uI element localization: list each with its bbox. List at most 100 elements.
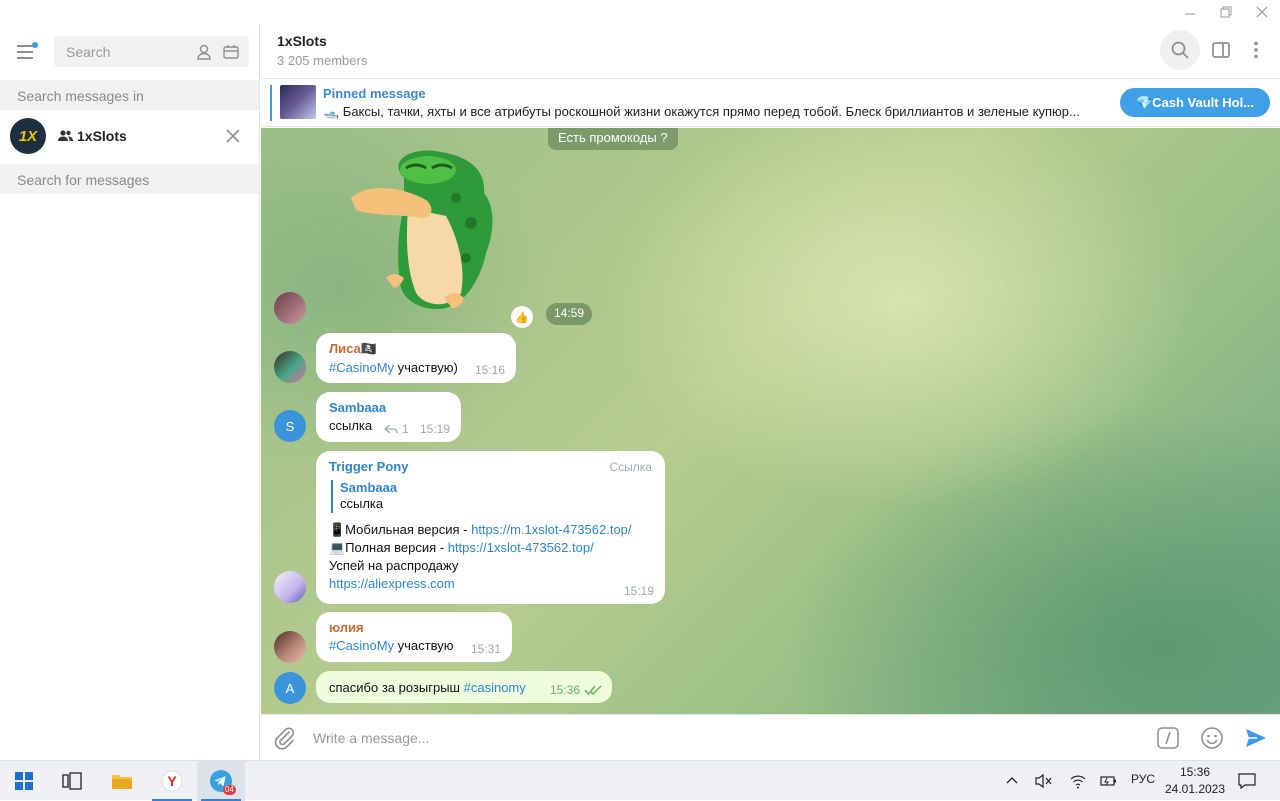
search-for-messages-field[interactable]: Search for messages (0, 164, 259, 194)
close-icon[interactable] (1244, 0, 1280, 24)
reply-icon (384, 424, 398, 434)
chat-item-1xslots[interactable]: 1X 1xSlots (0, 110, 259, 164)
message-time: 15:16 (474, 363, 505, 377)
sidebar-toggle-icon (1212, 42, 1230, 58)
mobile-link[interactable]: https://m.1xslot-473562.top/ (471, 522, 631, 537)
close-icon[interactable] (225, 128, 241, 144)
search-button[interactable] (1160, 30, 1200, 70)
pinned-text: 🛥️ Баксы, тачки, яхты и все атрибуты рос… (323, 104, 1080, 119)
pinned-thumbnail (280, 85, 316, 119)
avatar[interactable]: A (274, 672, 306, 704)
more-button[interactable] (1236, 30, 1276, 70)
telegram-button[interactable]: 04 (197, 761, 245, 801)
group-icon (58, 130, 73, 141)
message-bubble[interactable]: Trigger Pony Ссылка Sambaaa ссылка 📱Моби… (316, 451, 665, 604)
file-explorer-button[interactable] (98, 761, 146, 801)
sender-name[interactable]: Trigger Pony (329, 459, 652, 474)
sidebar-toggle-button[interactable] (1201, 30, 1241, 70)
svg-text:Y: Y (167, 773, 177, 789)
window-titlebar (0, 0, 1280, 24)
yandex-browser-icon: Y (161, 770, 183, 792)
message-composer (261, 714, 1280, 760)
notifications-icon[interactable] (1238, 772, 1256, 790)
minimize-icon[interactable] (1172, 0, 1208, 24)
search-input[interactable] (66, 36, 186, 67)
message-bubble[interactable]: Лиса🏴‍☠️ #CasinoMy участвую) 15:16 (316, 333, 516, 383)
more-vertical-icon (1254, 41, 1258, 59)
chat-header: 1xSlots 3 205 members (261, 24, 1280, 79)
avatar[interactable]: S (274, 410, 306, 442)
search-icon (1171, 41, 1189, 59)
network-icon[interactable] (1069, 773, 1087, 789)
message-text: 💻Полная версия - (329, 540, 448, 555)
bot-commands-icon[interactable] (1156, 726, 1180, 750)
hashtag-link[interactable]: #CasinoMy (329, 360, 394, 375)
messages-area[interactable]: Есть промокоды ? 👍 14:59 Лиса🏴‍☠️ #Casin… (261, 128, 1280, 714)
avatar[interactable] (274, 571, 306, 603)
send-icon[interactable] (1244, 726, 1268, 750)
avatar[interactable] (274, 292, 306, 324)
hashtag-link[interactable]: #casinomy (464, 680, 526, 695)
message-text: Успей на распродажу (329, 558, 459, 573)
clock-date: 24.01.2023 (1164, 782, 1226, 796)
restore-icon[interactable] (1208, 0, 1244, 24)
pinned-title: Pinned message (323, 86, 426, 101)
frog-sticker[interactable] (346, 138, 506, 318)
avatar[interactable] (274, 631, 306, 663)
task-view-icon (62, 772, 82, 790)
message-time: 15:31 (470, 642, 501, 656)
emoji-icon[interactable] (1200, 726, 1224, 750)
message-time: 15:19 (419, 422, 450, 436)
reply-quote[interactable]: Sambaaa ссылка (331, 480, 652, 513)
sender-name[interactable]: юлия (329, 620, 499, 635)
telegram-badge: 04 (223, 785, 236, 795)
clock-time: 15:36 (1179, 765, 1211, 779)
volume-muted-icon[interactable] (1035, 773, 1053, 789)
avatar[interactable] (274, 351, 306, 383)
hashtag-link[interactable]: #CasinoMy (329, 638, 394, 653)
attach-icon[interactable] (273, 726, 297, 750)
user-filter-icon[interactable] (195, 43, 213, 61)
message-text: 📱Мобильная версия - (329, 522, 472, 537)
sender-name[interactable]: Лиса🏴‍☠️ (329, 341, 503, 357)
reply-sender: Sambaaa (340, 480, 398, 495)
pinned-message-bar[interactable]: Pinned message 🛥️ Баксы, тачки, яхты и в… (261, 79, 1280, 127)
service-message: Есть промокоды ? (548, 128, 678, 150)
sender-name[interactable]: Sambaaa (329, 400, 448, 415)
message-text: спасибо за розыгрыш (329, 680, 464, 695)
task-view-button[interactable] (48, 761, 96, 801)
language-indicator[interactable]: РУС (1131, 772, 1155, 786)
reply-text: ссылка (340, 496, 384, 511)
battery-icon[interactable] (1100, 773, 1118, 789)
unread-dot (32, 42, 38, 48)
pinned-action-button[interactable]: 💎Cash Vault Hol... (1120, 88, 1270, 117)
message-bubble[interactable]: спасибо за розыгрыш #casinomy 15:36 (316, 671, 612, 703)
avatar: 1X (10, 118, 46, 154)
search-messages-in-label: Search messages in (0, 80, 259, 110)
message-bubble[interactable]: юлия #CasinoMy участвую 15:31 (316, 612, 512, 662)
chat-name: 1xSlots (77, 128, 127, 144)
message-time: 15:36 (549, 683, 580, 697)
chevron-up-icon[interactable] (1005, 774, 1019, 788)
chat-title[interactable]: 1xSlots (277, 33, 327, 49)
yandex-browser-button[interactable]: Y (148, 761, 196, 801)
replies-counter[interactable]: 1 (384, 422, 409, 436)
windows-taskbar: Y 04 РУС 15:36 24.01.2023 (0, 760, 1280, 801)
windows-logo-icon (15, 772, 33, 790)
start-button[interactable] (0, 761, 48, 801)
message-bubble[interactable]: Sambaaa ссылка 1 15:19 (316, 392, 461, 442)
aliexpress-link[interactable]: https://aliexpress.com (329, 576, 455, 591)
search-box[interactable] (54, 36, 249, 67)
message-text: участвую (394, 638, 454, 653)
folder-icon (112, 775, 132, 789)
message-text: участвую) (394, 360, 458, 375)
desktop-link[interactable]: https://1xslot-473562.top/ (448, 540, 594, 555)
sticker-time: 14:59 (546, 303, 593, 325)
read-checkmarks-icon (584, 685, 602, 695)
message-input[interactable] (313, 726, 1133, 750)
reaction-chip[interactable]: 👍 (511, 306, 533, 328)
menu-button[interactable] (14, 40, 40, 62)
clock[interactable]: 15:36 24.01.2023 (1160, 764, 1230, 798)
pinned-indicator (270, 85, 272, 121)
calendar-icon[interactable] (222, 43, 240, 61)
